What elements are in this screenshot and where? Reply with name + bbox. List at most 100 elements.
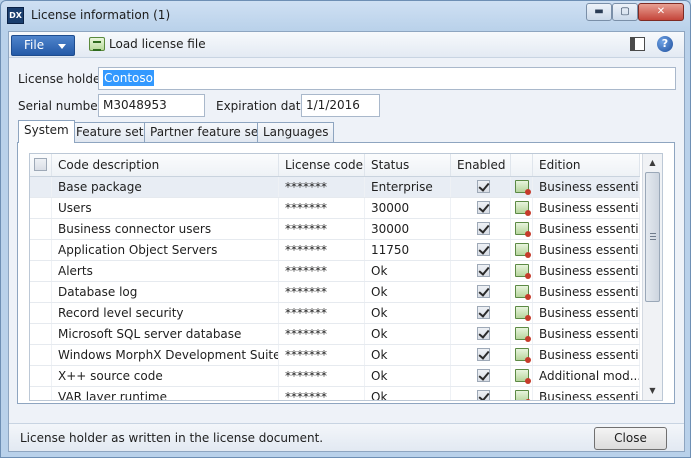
cell-license-code: ******* [279,303,365,323]
close-icon: ✕ [656,6,666,17]
cell-enabled [451,198,511,218]
close-window-button[interactable]: ✕ [638,3,684,21]
expiration-date-label: Expiration date: [216,99,312,113]
table-row[interactable]: Microsoft SQL server database ******* Ok Bu… [30,324,640,345]
enabled-checkbox[interactable] [477,306,490,319]
cell-edition: Business essential [533,240,640,260]
cell-code-description: Application Object Servers [52,240,279,260]
edition-cell-icon [511,198,533,218]
row-selector[interactable] [30,177,52,197]
table-row[interactable]: Record level security ******* Ok Business e… [30,303,640,324]
cell-status: 11750 [365,240,451,260]
enabled-checkbox[interactable] [477,369,490,382]
select-all-checkbox[interactable] [34,158,47,171]
cell-status: Ok [365,282,451,302]
row-selector[interactable] [30,324,52,344]
cell-code-description: X++ source code [52,366,279,386]
table-row[interactable]: Database log ******* Ok Business essential [30,282,640,303]
cell-license-code: ******* [279,324,365,344]
load-license-icon [89,37,105,51]
edition-cell-icon [511,387,533,400]
layout-icon[interactable] [630,37,645,51]
select-all-cell [30,154,52,176]
table-row[interactable]: Users ******* 30000 Business essential [30,198,640,219]
enabled-checkbox[interactable] [477,285,490,298]
enabled-checkbox[interactable] [477,264,490,277]
tab-languages[interactable]: Languages [257,122,335,142]
edition-cell-icon [511,177,533,197]
table-row[interactable]: X++ source code ******* Ok Additional mod..… [30,366,640,387]
table-row[interactable]: Windows MorphX Development Suite ******* O… [30,345,640,366]
minimize-button[interactable]: ▬ [586,3,612,21]
scroll-down-icon[interactable]: ▼ [643,382,662,399]
edition-cell-icon [511,282,533,302]
row-selector[interactable] [30,387,52,400]
cell-edition: Business essential [533,387,640,400]
edition-cell-icon [511,366,533,386]
column-header-status[interactable]: Status [365,154,451,176]
serial-number-value: M3048953 [103,98,167,112]
enabled-checkbox[interactable] [477,222,490,235]
cell-enabled [451,387,511,400]
row-selector[interactable] [30,261,52,281]
close-button[interactable]: Close [594,427,667,450]
cell-code-description: Microsoft SQL server database [52,324,279,344]
table-row[interactable]: Business connector users ******* 30000 Busi… [30,219,640,240]
row-selector[interactable] [30,219,52,239]
cell-code-description: VAR layer runtime [52,387,279,400]
column-header-edition-icon [511,154,533,176]
title-bar[interactable]: DX License information (1) ▬ ▢ ✕ [1,1,690,31]
enabled-checkbox[interactable] [477,180,490,193]
table-row[interactable]: Base package ******* Enterprise Business es… [30,177,640,198]
cell-enabled [451,366,511,386]
cell-status: Ok [365,324,451,344]
row-selector[interactable] [30,282,52,302]
cell-enabled [451,261,511,281]
row-selector[interactable] [30,303,52,323]
cell-status: 30000 [365,219,451,239]
enabled-checkbox[interactable] [477,201,490,214]
expiration-date-value: 1/1/2016 [306,98,360,112]
tab-partner-feature-sets[interactable]: Partner feature sets [144,122,276,142]
file-menu-button[interactable]: File [11,35,75,56]
serial-number-field[interactable]: M3048953 [98,94,205,117]
cell-edition: Business essential [533,261,640,281]
enabled-checkbox[interactable] [477,390,490,400]
cell-status: Enterprise [365,177,451,197]
tab-system[interactable]: System [18,120,75,143]
column-header-license-code[interactable]: License code [279,154,365,176]
row-selector[interactable] [30,198,52,218]
enabled-checkbox[interactable] [477,327,490,340]
cell-enabled [451,282,511,302]
edition-icon [515,348,531,363]
table-row[interactable]: VAR layer runtime ******* Ok Business essen… [30,387,640,400]
scroll-up-icon[interactable]: ▲ [643,154,662,171]
help-icon[interactable]: ? [657,36,673,52]
license-holder-label: License holder: [18,72,110,86]
enabled-checkbox[interactable] [477,243,490,256]
maximize-button[interactable]: ▢ [612,3,638,21]
load-license-file-button[interactable]: Load license file [89,36,206,55]
column-header-enabled[interactable]: Enabled [451,154,511,176]
license-holder-field[interactable]: Contoso [98,67,676,90]
expiration-date-field[interactable]: 1/1/2016 [301,94,380,117]
tab-feature-sets[interactable]: Feature sets [70,122,156,142]
minimize-icon: ▬ [594,6,604,17]
cell-edition: Business essential [533,345,640,365]
grip-icon [650,233,656,240]
row-selector[interactable] [30,345,52,365]
column-header-code-description[interactable]: Code description [52,154,279,176]
edition-icon [515,285,531,300]
license-information-window: DX License information (1) ▬ ▢ ✕ File Lo… [0,0,691,458]
cell-license-code: ******* [279,282,365,302]
action-pane: File Load license file ? [9,32,684,58]
table-row[interactable]: Application Object Servers ******* 11750 Bu… [30,240,640,261]
row-selector[interactable] [30,240,52,260]
enabled-checkbox[interactable] [477,348,490,361]
vertical-scrollbar[interactable]: ▲ ▼ [642,154,662,400]
cell-license-code: ******* [279,387,365,400]
row-selector[interactable] [30,366,52,386]
column-header-edition[interactable]: Edition [533,154,640,176]
scrollbar-thumb[interactable] [645,172,660,302]
table-row[interactable]: Alerts ******* Ok Business essential [30,261,640,282]
